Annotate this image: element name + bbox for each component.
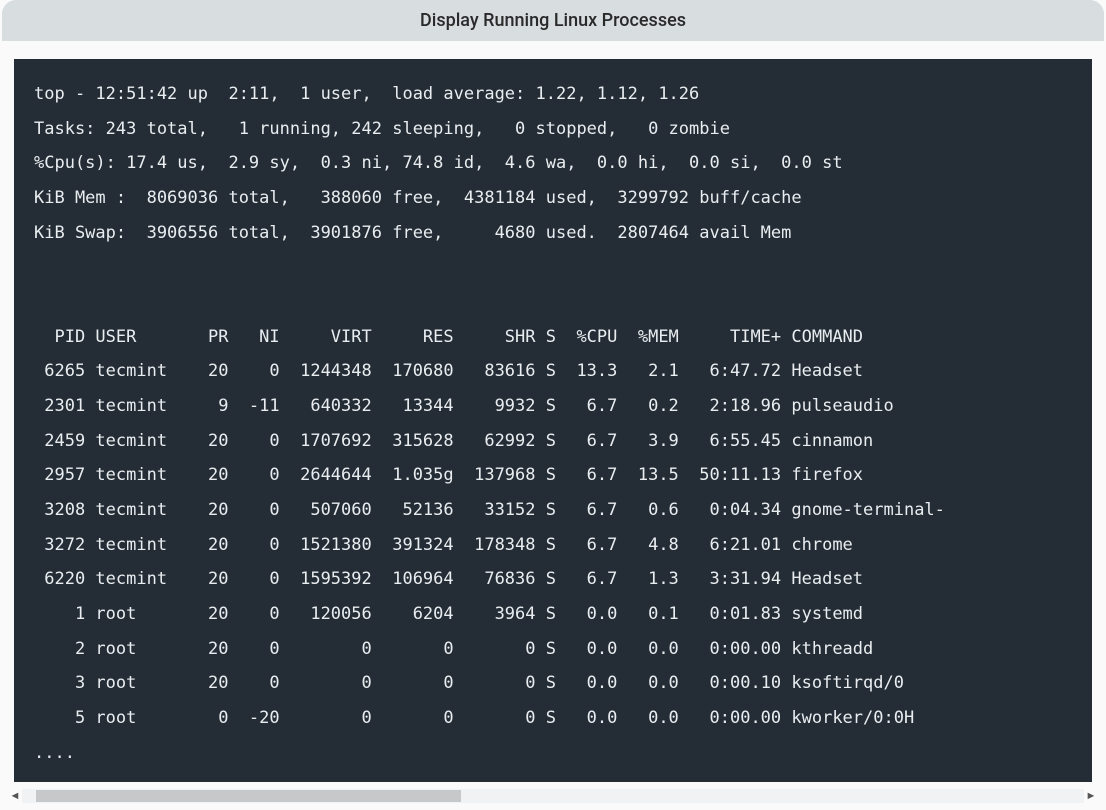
scroll-left-arrow-icon[interactable]: ◄ (8, 789, 22, 803)
terminal-scroll-region[interactable]: top - 12:51:42 up 2:11, 1 user, load ave… (14, 59, 1092, 782)
scrollbar-thumb[interactable] (36, 790, 461, 802)
scroll-right-arrow-icon[interactable]: ► (1084, 789, 1098, 803)
figure-caption: Display Running Linux Processes (2, 0, 1104, 41)
horizontal-scrollbar[interactable]: ◄ ► (8, 788, 1098, 804)
scrollbar-track[interactable] (22, 789, 1084, 803)
figure-container: Display Running Linux Processes top - 12… (0, 0, 1106, 804)
terminal-output: top - 12:51:42 up 2:11, 1 user, load ave… (14, 59, 1092, 782)
